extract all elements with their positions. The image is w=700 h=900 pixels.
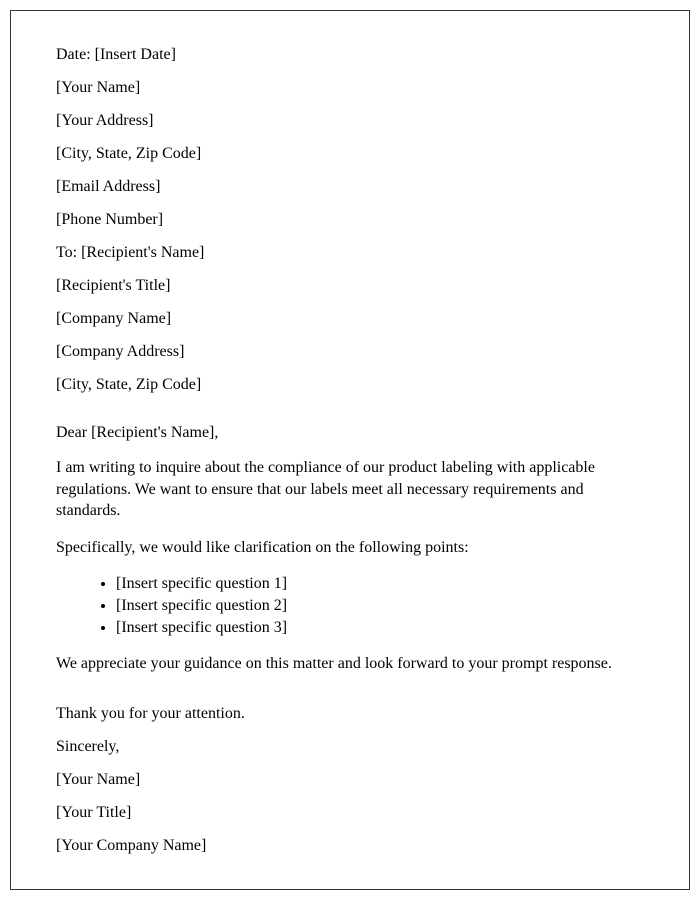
sender-address: [Your Address] [56, 112, 644, 130]
questions-list: [Insert specific question 1] [Insert spe… [56, 573, 644, 638]
letter-body: Dear [Recipient's Name], I am writing to… [56, 424, 644, 675]
body-paragraph-3: We appreciate your guidance on this matt… [56, 653, 644, 675]
sender-email: [Email Address] [56, 178, 644, 196]
closing-thanks: Thank you for your attention. [56, 705, 644, 723]
question-item: [Insert specific question 2] [116, 595, 644, 617]
letter-page: Date: [Insert Date] [Your Name] [Your Ad… [10, 10, 690, 890]
question-item: [Insert specific question 1] [116, 573, 644, 595]
date-line: Date: [Insert Date] [56, 46, 644, 64]
closing-your-company: [Your Company Name] [56, 837, 644, 855]
closing-signoff: Sincerely, [56, 738, 644, 756]
closing-block: Thank you for your attention. Sincerely,… [56, 705, 644, 855]
sender-phone: [Phone Number] [56, 211, 644, 229]
recipient-title: [Recipient's Title] [56, 277, 644, 295]
sender-header-block: Date: [Insert Date] [Your Name] [Your Ad… [56, 46, 644, 394]
company-city-state-zip: [City, State, Zip Code] [56, 376, 644, 394]
sender-name: [Your Name] [56, 79, 644, 97]
closing-your-name: [Your Name] [56, 771, 644, 789]
body-paragraph-1: I am writing to inquire about the compli… [56, 457, 644, 522]
sender-city-state-zip: [City, State, Zip Code] [56, 145, 644, 163]
salutation: Dear [Recipient's Name], [56, 424, 644, 442]
company-name: [Company Name] [56, 310, 644, 328]
question-item: [Insert specific question 3] [116, 617, 644, 639]
closing-your-title: [Your Title] [56, 804, 644, 822]
recipient-to-line: To: [Recipient's Name] [56, 244, 644, 262]
company-address: [Company Address] [56, 343, 644, 361]
body-paragraph-2: Specifically, we would like clarificatio… [56, 537, 644, 559]
